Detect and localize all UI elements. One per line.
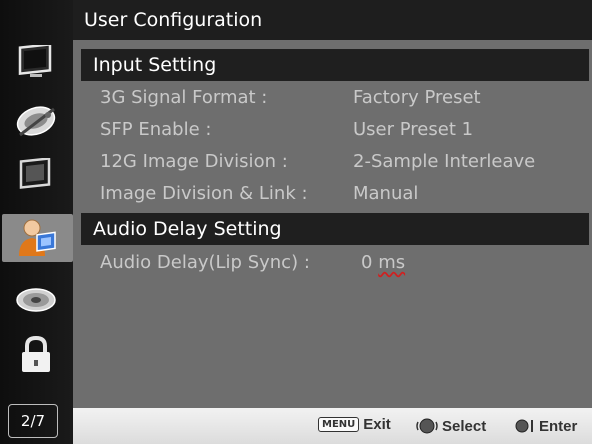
- page-title: User Configuration: [73, 0, 592, 40]
- setting-label: Image Division & Link :: [100, 183, 308, 204]
- user-config-icon: [18, 219, 56, 256]
- osd-window: 2/7 User Configuration Input Setting 3G …: [0, 0, 592, 444]
- picture-frame-icon: [19, 158, 51, 189]
- menu-key-icon: MENU: [318, 417, 360, 432]
- setting-label: 3G Signal Format :: [100, 87, 268, 108]
- section-header-audio-delay: Audio Delay Setting: [81, 213, 589, 245]
- setting-label: Audio Delay(Lip Sync) :: [100, 252, 310, 273]
- setting-row-audio-delay[interactable]: Audio Delay(Lip Sync) : 0 ms: [73, 247, 592, 279]
- setting-value: User Preset 1: [353, 119, 474, 140]
- lock-icon: [22, 335, 50, 372]
- setting-label: SFP Enable :: [100, 119, 212, 140]
- monitor-icon: [18, 45, 52, 77]
- setting-value: Manual: [353, 183, 419, 204]
- setting-value: Factory Preset: [353, 87, 481, 108]
- setting-row-12g-image-division[interactable]: 12G Image Division : 2-Sample Interleave: [73, 146, 592, 178]
- setting-value: 0 ms: [361, 252, 405, 273]
- sidebar: 2/7: [0, 0, 73, 444]
- push-knob-icon: [515, 419, 533, 433]
- select-button[interactable]: Select: [416, 416, 486, 436]
- sidebar-item-user-config[interactable]: [2, 214, 73, 262]
- setting-row-sfp-enable[interactable]: SFP Enable : User Preset 1: [73, 114, 592, 146]
- select-label: Select: [442, 417, 487, 435]
- setting-row-3g-signal-format[interactable]: 3G Signal Format : Factory Preset: [73, 82, 592, 114]
- sidebar-item-picture[interactable]: [6, 152, 66, 200]
- sidebar-item-disc[interactable]: [6, 276, 66, 324]
- enter-button[interactable]: Enter: [513, 416, 577, 436]
- satellite-dish-icon: [16, 106, 56, 137]
- setting-value: 2-Sample Interleave: [353, 151, 536, 172]
- footer-key-hints: MENU Exit Select Enter: [73, 408, 592, 444]
- settings-panel: Input Setting 3G Signal Format : Factory…: [73, 40, 592, 408]
- setting-label: 12G Image Division :: [100, 151, 288, 172]
- setting-row-image-division-link[interactable]: Image Division & Link : Manual: [73, 178, 592, 210]
- enter-label: Enter: [539, 417, 578, 435]
- sidebar-item-display[interactable]: [6, 39, 66, 87]
- audio-delay-number: 0: [361, 252, 373, 273]
- disc-icon: [16, 288, 56, 312]
- sidebar-item-lock[interactable]: [6, 331, 66, 379]
- sidebar-item-input-source[interactable]: [6, 97, 66, 145]
- section-header-input-setting: Input Setting: [81, 49, 589, 81]
- exit-label: Exit: [363, 416, 391, 433]
- exit-button[interactable]: MENU Exit: [318, 416, 391, 433]
- rotary-knob-icon: [416, 418, 438, 434]
- page-indicator: 2/7: [8, 404, 58, 438]
- audio-delay-unit: ms: [378, 252, 406, 273]
